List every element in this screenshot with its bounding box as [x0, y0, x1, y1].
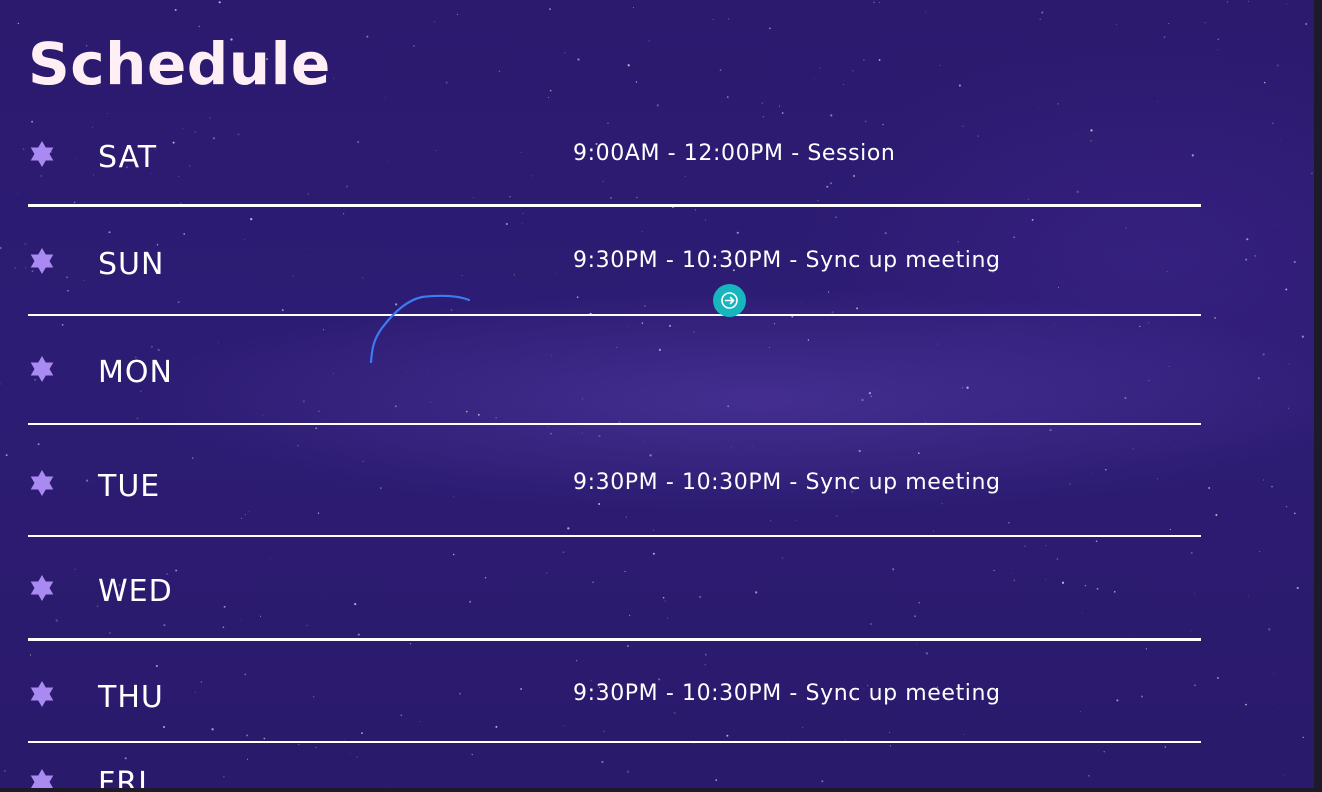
row-divider [28, 638, 1201, 641]
event-text: 9:00AM - 12:00PM - Session [573, 141, 896, 166]
schedule-row-mon: MON [28, 355, 1201, 455]
window-edge [1314, 0, 1322, 792]
day-label: TUE [98, 469, 161, 504]
six-point-star-icon [30, 356, 54, 382]
schedule-row-sat: SAT 9:00AM - 12:00PM - Session [28, 140, 1201, 240]
day-label: SAT [98, 140, 158, 175]
schedule-row-sun: SUN 9:30PM - 10:30PM - Sync up meeting [28, 247, 1201, 347]
row-divider [28, 314, 1201, 316]
six-point-star-icon [30, 141, 54, 167]
arrow-right-icon [721, 292, 738, 309]
schedule-row-wed: WED [28, 574, 1201, 674]
day-label: MON [98, 355, 173, 390]
row-divider [28, 741, 1201, 743]
schedule-row-tue: TUE 9:30PM - 10:30PM - Sync up meeting [28, 469, 1201, 569]
six-point-star-icon [30, 575, 54, 601]
event-text: 9:30PM - 10:30PM - Sync up meeting [573, 681, 1001, 706]
pen-stroke-annotation [369, 294, 471, 364]
next-arrow-button[interactable] [713, 284, 746, 317]
row-divider [28, 204, 1201, 207]
day-label: THU [98, 680, 164, 715]
event-text: 9:30PM - 10:30PM - Sync up meeting [573, 470, 1001, 495]
day-label: WED [98, 574, 173, 609]
row-divider [28, 423, 1201, 425]
day-label: SUN [98, 247, 165, 282]
six-point-star-icon [30, 248, 54, 274]
row-divider [28, 535, 1201, 537]
window-edge-bottom [0, 788, 1322, 792]
schedule-row-thu: THU 9:30PM - 10:30PM - Sync up meeting [28, 680, 1201, 780]
page-title: Schedule [28, 30, 331, 98]
six-point-star-icon [30, 681, 54, 707]
event-text: 9:30PM - 10:30PM - Sync up meeting [573, 248, 1001, 273]
six-point-star-icon [30, 470, 54, 496]
